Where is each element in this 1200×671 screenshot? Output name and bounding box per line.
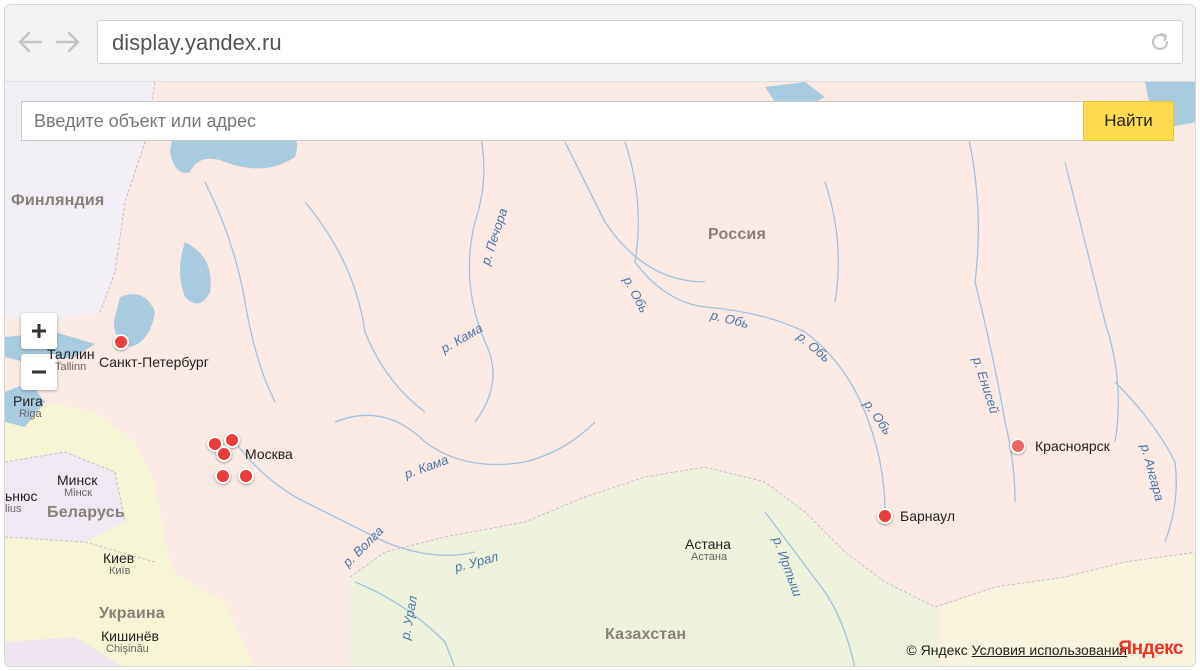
copyright-text: © Яндекс <box>906 642 968 658</box>
address-bar[interactable]: display.yandex.ru <box>97 20 1183 64</box>
map-marker-moscow-3[interactable] <box>216 446 232 462</box>
back-button[interactable] <box>15 25 45 59</box>
label-chisinau-local: Chişinău <box>106 643 149 655</box>
label-tallinn-local: Tallinn <box>55 361 87 373</box>
label-kyiv-local: Київ <box>109 565 131 577</box>
search-button[interactable]: Найти <box>1083 101 1174 141</box>
search-bar: Найти <box>21 101 1181 141</box>
map-view[interactable]: Найти Финляндия Россия Беларусь Украина … <box>5 82 1195 666</box>
label-russia: Россия <box>708 226 767 243</box>
label-krasnoyarsk: Красноярск <box>1035 438 1110 454</box>
label-minsk-local: Мінск <box>64 487 92 499</box>
minus-icon <box>32 370 46 374</box>
browser-toolbar: display.yandex.ru <box>5 5 1195 82</box>
arrow-left-icon <box>18 31 43 53</box>
label-kyiv: Киев <box>103 550 135 566</box>
label-riga-local: Riga <box>19 408 42 420</box>
map-marker-moscow-5[interactable] <box>238 468 254 484</box>
label-kazakhstan: Казахстан <box>605 626 687 643</box>
label-astana-local: Астана <box>691 551 728 563</box>
arrow-right-icon <box>55 31 80 53</box>
map-marker-spb[interactable] <box>113 334 129 350</box>
map-copyright: © Яндекс Условия использования <box>906 642 1127 658</box>
terms-link[interactable]: Условия использования <box>972 642 1127 658</box>
plus-icon <box>32 324 46 338</box>
browser-window: display.yandex.ru Введите объект или адр… <box>4 4 1196 667</box>
zoom-in-button[interactable] <box>21 313 57 349</box>
map-marker-moscow-4[interactable] <box>215 468 231 484</box>
forward-button[interactable] <box>53 25 83 59</box>
search-input[interactable] <box>21 101 1083 141</box>
label-chisinau: Кишинёв <box>101 628 159 644</box>
map-marker-krasnoyarsk[interactable] <box>1010 438 1026 454</box>
label-ukraine: Украина <box>99 605 165 622</box>
reload-icon[interactable] <box>1148 30 1172 54</box>
label-vilnius-local: lius <box>5 503 22 515</box>
label-spb: Санкт-Петербург <box>99 354 209 370</box>
map-background <box>5 82 1195 666</box>
url-text: display.yandex.ru <box>112 30 282 55</box>
label-astana: Астана <box>685 536 731 552</box>
label-moscow: Москва <box>245 446 293 462</box>
label-vilnius: ьнюс <box>5 488 38 504</box>
label-minsk: Минск <box>57 472 98 488</box>
map-marker-barnaul[interactable] <box>877 508 893 524</box>
label-tallinn: Таллин <box>47 346 95 362</box>
label-belarus: Беларусь <box>47 504 125 521</box>
yandex-logo[interactable]: Яндекс <box>1118 638 1183 660</box>
label-barnaul: Барнаул <box>900 508 955 524</box>
label-riga: Рига <box>13 393 43 409</box>
label-finland: Финляндия <box>11 192 105 209</box>
